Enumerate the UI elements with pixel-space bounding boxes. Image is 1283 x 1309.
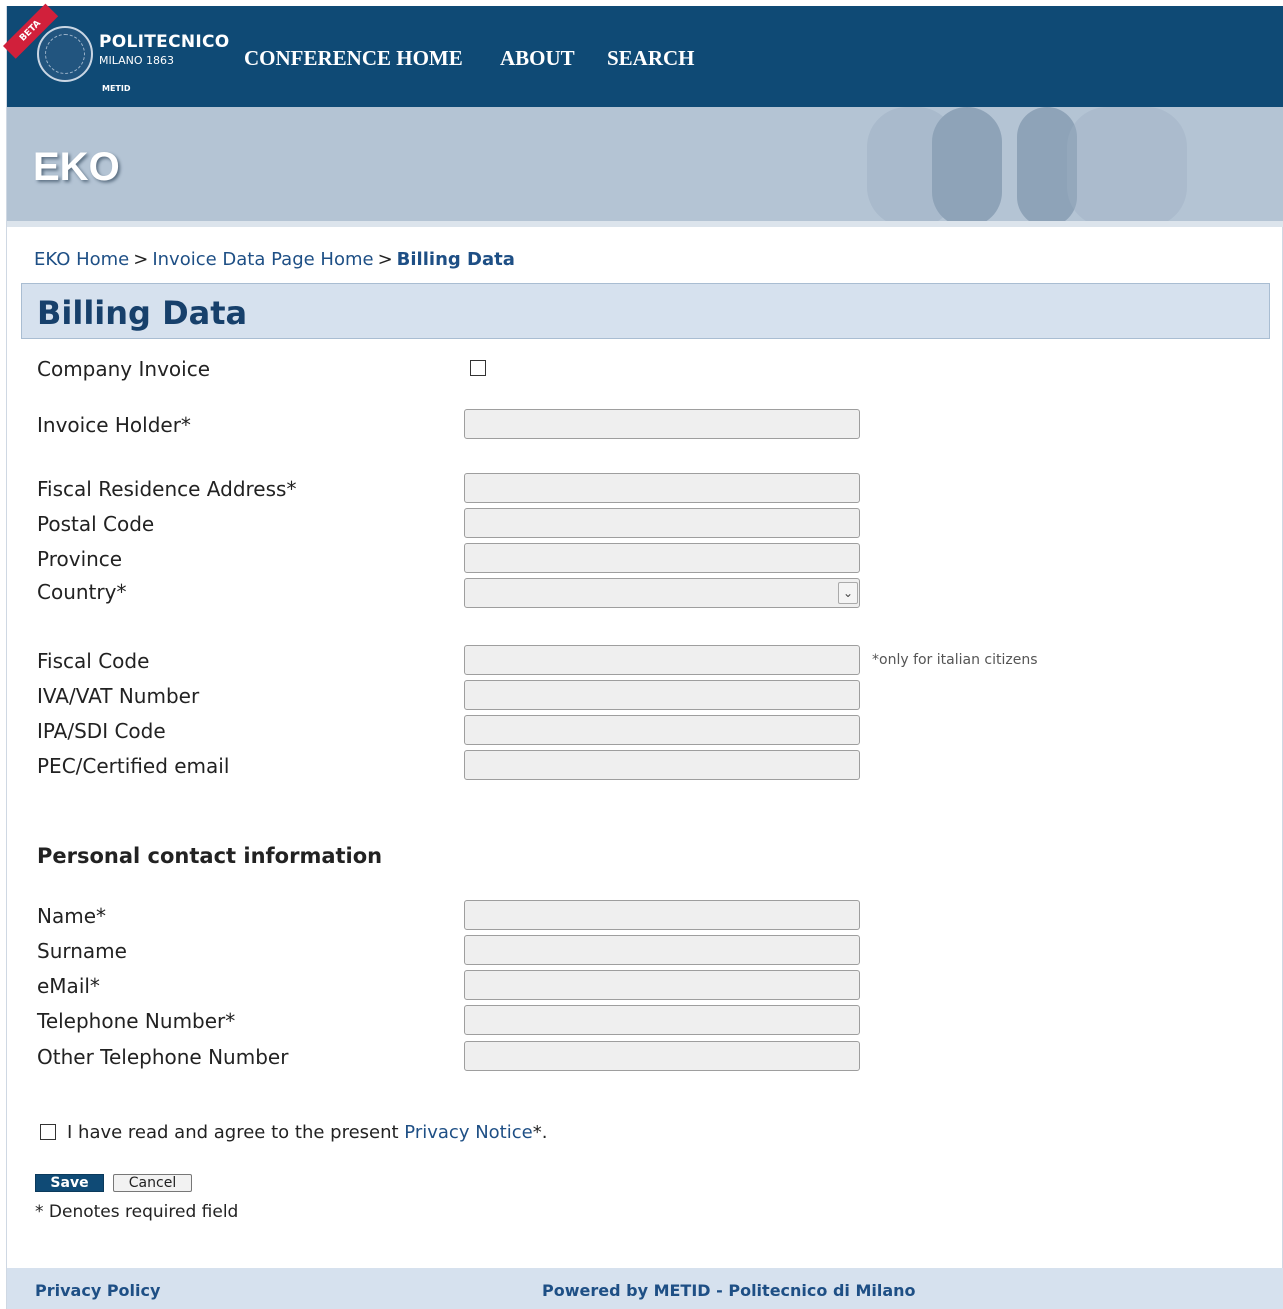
postal-code-label: Postal Code [37, 512, 155, 536]
vat-input[interactable] [464, 680, 860, 710]
page-frame: POLITECNICO MILANO 1863 METID BETA CONFE… [3, 3, 1283, 1309]
pec-input[interactable] [464, 750, 860, 780]
banner-decoration [932, 107, 1002, 221]
breadcrumb-separator: > [133, 249, 149, 270]
postal-code-input[interactable] [464, 508, 860, 538]
ipa-label: IPA/SDI Code [37, 719, 166, 743]
email-input[interactable] [464, 970, 860, 1000]
politecnico-seal-logo[interactable] [37, 26, 93, 82]
banner-decoration [1067, 107, 1187, 221]
email-label: eMail* [37, 974, 100, 998]
other-telephone-label: Other Telephone Number [37, 1045, 289, 1069]
privacy-checkbox[interactable] [40, 1124, 56, 1140]
privacy-agreement-text: I have read and agree to the present Pri… [67, 1122, 547, 1143]
footer-powered-by[interactable]: Powered by METID - Politecnico di Milano [542, 1281, 916, 1300]
company-invoice-label: Company Invoice [37, 357, 211, 381]
province-input[interactable] [464, 543, 860, 573]
contact-section-heading: Personal contact information [37, 844, 383, 868]
banner-title: EKO [33, 145, 120, 189]
fiscal-address-input[interactable] [464, 473, 860, 503]
privacy-text-after: *. [532, 1122, 548, 1143]
breadcrumb-link-invoice-data[interactable]: Invoice Data Page Home [152, 249, 373, 270]
pec-label: PEC/Certified email [37, 754, 230, 778]
page-title: Billing Data [37, 294, 248, 332]
country-select[interactable]: ⌄ [464, 578, 860, 608]
logo-subtitle: MILANO 1863 [99, 54, 175, 67]
footer: Privacy Policy Powered by METID - Polite… [7, 1268, 1283, 1309]
ipa-input[interactable] [464, 715, 860, 745]
logo-metid: METID [102, 84, 131, 93]
name-label: Name* [37, 904, 107, 928]
save-button[interactable]: Save [35, 1174, 104, 1192]
invoice-holder-input[interactable] [464, 409, 860, 439]
province-label: Province [37, 547, 123, 571]
breadcrumb-separator: > [377, 249, 393, 270]
breadcrumb-current: Billing Data [396, 249, 515, 270]
invoice-holder-label: Invoice Holder* [37, 413, 191, 437]
nav-search[interactable]: SEARCH [607, 46, 695, 71]
privacy-text-before: I have read and agree to the present [67, 1122, 405, 1143]
fiscal-address-label: Fiscal Residence Address* [37, 477, 297, 501]
surname-label: Surname [37, 939, 127, 963]
nav-conference-home[interactable]: CONFERENCE HOME [244, 46, 463, 71]
country-label: Country* [37, 580, 127, 604]
company-invoice-checkbox[interactable] [470, 360, 486, 376]
cancel-button[interactable]: Cancel [113, 1174, 192, 1192]
fiscal-code-input[interactable] [464, 645, 860, 675]
fiscal-code-note: *only for italian citizens [872, 652, 1038, 668]
vat-label: IVA/VAT Number [37, 684, 200, 708]
logo-name: POLITECNICO [99, 32, 230, 52]
telephone-label: Telephone Number* [37, 1009, 236, 1033]
footer-privacy-policy-link[interactable]: Privacy Policy [35, 1281, 160, 1300]
privacy-notice-link[interactable]: Privacy Notice [404, 1122, 532, 1143]
breadcrumb: EKO Home > Invoice Data Page Home > Billing … [34, 249, 515, 270]
top-navigation-bar: POLITECNICO MILANO 1863 METID BETA CONFE… [3, 3, 1283, 107]
required-field-note: * Denotes required field [35, 1202, 239, 1222]
conference-banner: EKO [7, 107, 1283, 227]
name-input[interactable] [464, 900, 860, 930]
page-title-box: Billing Data [21, 283, 1270, 339]
telephone-input[interactable] [464, 1005, 860, 1035]
chevron-down-icon[interactable]: ⌄ [838, 582, 858, 604]
fiscal-code-label: Fiscal Code [37, 649, 150, 673]
nav-about[interactable]: ABOUT [500, 46, 575, 71]
breadcrumb-link-eko-home[interactable]: EKO Home [34, 249, 129, 270]
surname-input[interactable] [464, 935, 860, 965]
other-telephone-input[interactable] [464, 1041, 860, 1071]
